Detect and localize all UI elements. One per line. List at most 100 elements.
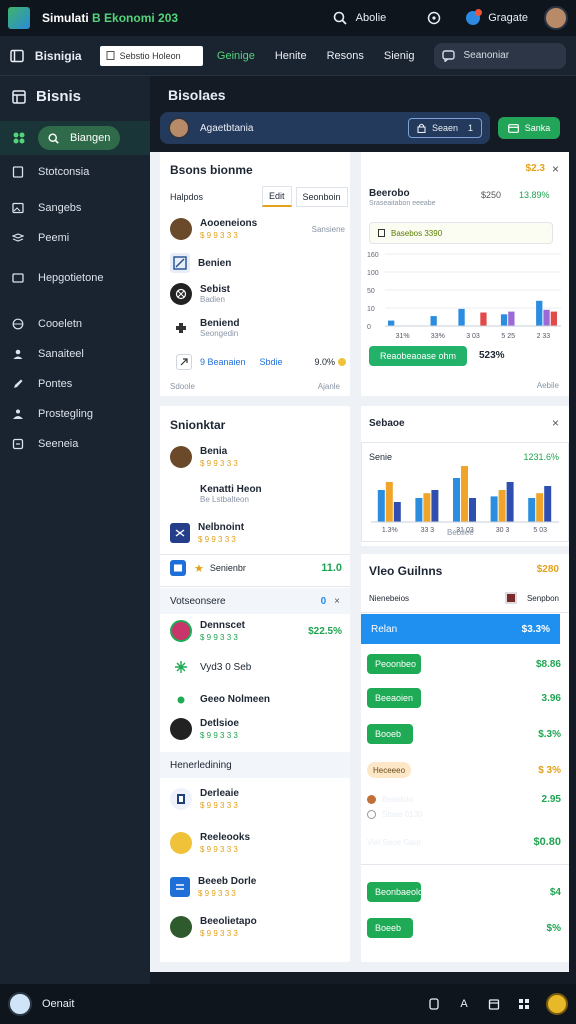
chart-bar[interactable]: [385, 482, 393, 522]
notification-icon[interactable]: [466, 9, 483, 25]
sidebar-item-7[interactable]: Prostegling: [0, 399, 150, 429]
font-icon[interactable]: A: [456, 996, 472, 1012]
list-item[interactable]: Benia $ 9 9 3 3 3: [170, 446, 238, 468]
window-icon[interactable]: [10, 48, 25, 64]
chart-bar[interactable]: [388, 320, 395, 326]
sidebar-item-5[interactable]: Sanaiteel: [0, 339, 150, 369]
list-item[interactable]: Benien: [170, 253, 231, 273]
selected-value-row[interactable]: Relan $3.3%: [361, 614, 560, 644]
value-row[interactable]: Beaolcio 2.95: [367, 794, 561, 805]
sidebar-item-8[interactable]: Seeneia: [0, 429, 150, 459]
menu-link-1[interactable]: Henite: [275, 50, 307, 62]
menu-link-3[interactable]: Sienig: [384, 50, 415, 62]
list-item[interactable]: Derleaie $ 9 9 3 3 3: [170, 788, 239, 810]
calendar-icon[interactable]: [486, 996, 502, 1012]
chart-bar[interactable]: [536, 300, 543, 326]
list-item[interactable]: Beeeb Dorle $ 9 9 3 3 3: [170, 876, 256, 898]
list-item[interactable]: Dennscet $ 9 9 3 3 3 $22.5%: [170, 620, 342, 642]
action-button[interactable]: Sanka: [498, 117, 560, 139]
chart-bar[interactable]: [500, 314, 508, 326]
sidebar-item-4[interactable]: Cooeletn: [0, 309, 150, 339]
value-row[interactable]: Booeb $.3%: [367, 724, 561, 744]
value-row[interactable]: Boeeb $%: [367, 918, 561, 938]
sidebar-item-6[interactable]: Pontes: [0, 369, 150, 399]
list-item[interactable]: Beeolietapo $ 9 9 3 3 3: [170, 916, 257, 938]
chart-bar[interactable]: [506, 482, 514, 522]
sidebar-item-1[interactable]: Sangebs: [0, 193, 150, 223]
list-item[interactable]: Nelbnoint $ 9 9 3 3 3: [170, 522, 244, 544]
value-row[interactable]: Peoonbeo $8.86: [367, 654, 561, 674]
bar-chart: 0 10 50 100 160 31% 33% 3 03 5 25 2 33: [367, 252, 561, 340]
list-item[interactable]: Vyd3 0 Seb: [170, 656, 251, 678]
close-icon[interactable]: ×: [334, 596, 340, 607]
sidebar-item-0[interactable]: Stotconsia: [0, 157, 150, 187]
coin-icon[interactable]: [546, 993, 568, 1015]
chart-action-button[interactable]: Reaobeaoase ohm: [369, 346, 467, 366]
close-icon[interactable]: ×: [552, 416, 559, 430]
tab-edit[interactable]: Edit: [262, 186, 292, 207]
search-icon[interactable]: [332, 10, 348, 26]
chart-bar[interactable]: [431, 490, 439, 522]
address-field[interactable]: Sebstio Holeon: [99, 45, 203, 66]
grid-icon[interactable]: [516, 996, 532, 1012]
user-avatar[interactable]: [544, 6, 568, 30]
footer-link-a[interactable]: 9 Beanaien: [200, 357, 246, 367]
chart-bar[interactable]: [536, 493, 544, 522]
account-label[interactable]: Gragate: [488, 12, 528, 24]
chart-bar[interactable]: [453, 478, 460, 522]
chart-bar[interactable]: [508, 311, 515, 326]
chart-bar[interactable]: [469, 498, 476, 522]
menu-link-2[interactable]: Resons: [327, 50, 364, 62]
footer-link-b[interactable]: Sbdie: [260, 357, 283, 367]
summary-row[interactable]: ★ Senienbr 11.0: [170, 560, 342, 576]
chart-bar[interactable]: [430, 316, 437, 326]
chart-bar[interactable]: [480, 312, 487, 327]
chart-bar[interactable]: [393, 502, 401, 522]
close-icon[interactable]: ×: [552, 162, 559, 176]
chart-bar[interactable]: [423, 493, 431, 522]
tab-second[interactable]: Seonboin: [295, 186, 348, 207]
search-label[interactable]: Abolie: [356, 12, 387, 24]
chart-bar[interactable]: [490, 496, 498, 522]
chart-bar[interactable]: [550, 311, 557, 326]
chart-card-value-a: $250: [481, 190, 502, 200]
chart-bar[interactable]: [458, 308, 465, 326]
list-item[interactable]: Detlsioe $ 9 9 3 3 3: [170, 718, 239, 740]
sidebar-item-2[interactable]: Peemi: [0, 223, 150, 253]
settings-icon[interactable]: [426, 10, 442, 26]
list-item[interactable]: Sebist Badien: [170, 283, 230, 305]
chart-bar[interactable]: [461, 466, 468, 522]
sidebar-item-3[interactable]: Hepgotietone: [0, 263, 150, 293]
list-item[interactable]: Beniend Seongedin: [170, 317, 239, 339]
menu-link-0[interactable]: Geinige: [217, 50, 255, 62]
value-row[interactable]: Beonbaeolo $4: [367, 882, 561, 902]
list-filter-label: Halpdos: [170, 192, 204, 202]
list-item[interactable]: Aooeneions $ 9 9 3 3 3 Sansiene: [170, 218, 345, 240]
banner-chip[interactable]: Seaen 1: [407, 118, 482, 138]
sidebar-item-active[interactable]: Biangen: [0, 121, 150, 155]
value-row[interactable]: Heceeeo $ 3%: [367, 762, 561, 778]
banner-text: Agaetbtania: [200, 122, 254, 134]
bottom-avatar[interactable]: [8, 992, 32, 1016]
value-row[interactable]: Beeaoien 3.96: [367, 688, 561, 708]
speaker-icon[interactable]: [426, 996, 442, 1012]
value-row[interactable]: Viel Seoe Gaor $0.80: [367, 836, 561, 848]
list-item[interactable]: Reeleooks $ 9 9 3 3 3: [170, 832, 250, 854]
chart-bar[interactable]: [498, 490, 506, 522]
list-item[interactable]: Geeo Nolmeen: [170, 688, 270, 710]
sidebar-search-pill[interactable]: Biangen: [38, 126, 121, 150]
sidebar-item-label: Sangebs: [38, 202, 82, 214]
section-title: Henerledining: [170, 759, 232, 771]
share-icon[interactable]: [176, 354, 192, 370]
values-sub-right[interactable]: Senpbon: [504, 592, 559, 604]
sidebar-item-label: Hepgotietone: [38, 272, 104, 284]
chart-bar[interactable]: [415, 498, 423, 522]
chart-bar[interactable]: [543, 309, 550, 326]
chart-bar[interactable]: [544, 486, 552, 522]
chart-bar[interactable]: [528, 498, 536, 522]
profile-banner[interactable]: Agaetbtania Seaen 1: [160, 112, 490, 144]
chart-bar[interactable]: [377, 490, 385, 522]
chart-filter-input[interactable]: Basebos 3390: [369, 222, 553, 244]
menu-search-input[interactable]: Seanoniar: [434, 42, 566, 69]
list-item[interactable]: Kenatti Heon Be Lstbalteon: [200, 484, 262, 504]
